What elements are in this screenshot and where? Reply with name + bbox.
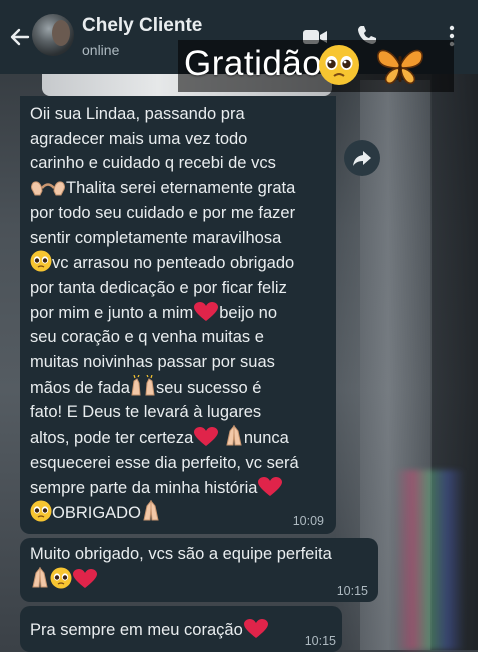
message-line: Thalita serei eternamente grata [66, 179, 296, 198]
message-line: agradecer mais uma vez todo [30, 129, 248, 148]
red-heart-icon [194, 427, 219, 447]
red-heart-icon [73, 568, 97, 588]
avatar[interactable] [32, 14, 74, 56]
heart-hands-icon [31, 181, 65, 196]
message-line: Oii sua Lindaa, passando pra [30, 105, 245, 123]
message-line: vc arrasou no penteado obrigado [52, 254, 295, 273]
message-line: sentir completamente maravilhosa [30, 228, 282, 247]
message-line: nunca [243, 429, 289, 448]
message-line: mãos de fada [30, 378, 130, 397]
folded-hands-icon [226, 425, 242, 446]
back-arrow-icon[interactable] [8, 26, 30, 48]
message-line: esquecerei esse dia perfeito, vc será [30, 453, 299, 472]
message-bubble[interactable]: Pra sempre em meu coração 10:15 [20, 606, 342, 652]
pleading-face-icon [30, 500, 52, 522]
message-bubble[interactable]: Muito obrigado, vcs são a equipe perfeit… [20, 538, 378, 602]
message-line: seu coração e q venha muitas e [30, 328, 264, 347]
message-line: beijo no [219, 303, 278, 322]
message-timestamp: 10:15 [336, 584, 368, 598]
message-timestamp: 10:09 [292, 514, 324, 528]
pleading-face-icon [30, 250, 52, 272]
message-text: Pra sempre em meu coração [30, 618, 330, 643]
message-text: Muito obrigado, vcs são a equipe perfeit… [30, 542, 370, 592]
pleading-face-icon [50, 567, 72, 589]
message-line: seu sucesso é [155, 378, 262, 397]
wallpaper-light-leak [395, 470, 465, 650]
message-line: Pra sempre em meu coração [30, 621, 243, 639]
message-line: por mim e junto a mim [30, 303, 194, 322]
forward-icon [353, 151, 371, 166]
message-line: muitas noivinhas passar por suas [30, 353, 275, 372]
message-line: carinho e cuidado q recebi de vcs [30, 154, 276, 173]
pleading-face-icon [319, 45, 359, 85]
raising-hands-icon [131, 374, 155, 396]
red-heart-icon [243, 619, 268, 638]
message-text: Oii sua Lindaa, passando pra agradecer m… [30, 102, 330, 526]
message-line: por todo seu cuidado e por me fazer [30, 203, 296, 222]
message-line: fato! E Deus te levará à lugares [30, 403, 262, 422]
message-bubble[interactable]: Oii sua Lindaa, passando pra agradecer m… [20, 96, 336, 534]
red-heart-icon [194, 301, 219, 321]
contact-status: online [82, 42, 120, 58]
forward-button[interactable] [344, 140, 380, 176]
folded-hands-icon [143, 500, 159, 521]
message-line: por tanta dedicação e por ficar feliz [30, 278, 287, 297]
message-line: sempre parte da minha história [30, 478, 258, 497]
message-line: OBRIGADO [52, 504, 141, 523]
sticker-text: Gratidão [184, 44, 323, 83]
folded-hands-icon [32, 566, 48, 588]
message-timestamp: 10:15 [304, 634, 336, 648]
red-heart-icon [258, 476, 283, 496]
avatar-detail [52, 20, 70, 46]
message-line: Muito obrigado, vcs são a equipe perfeit… [30, 545, 332, 563]
message-line: altos, pode ter certeza [30, 429, 194, 448]
contact-name[interactable]: Chely Cliente [82, 15, 202, 37]
butterfly-icon [377, 49, 423, 85]
